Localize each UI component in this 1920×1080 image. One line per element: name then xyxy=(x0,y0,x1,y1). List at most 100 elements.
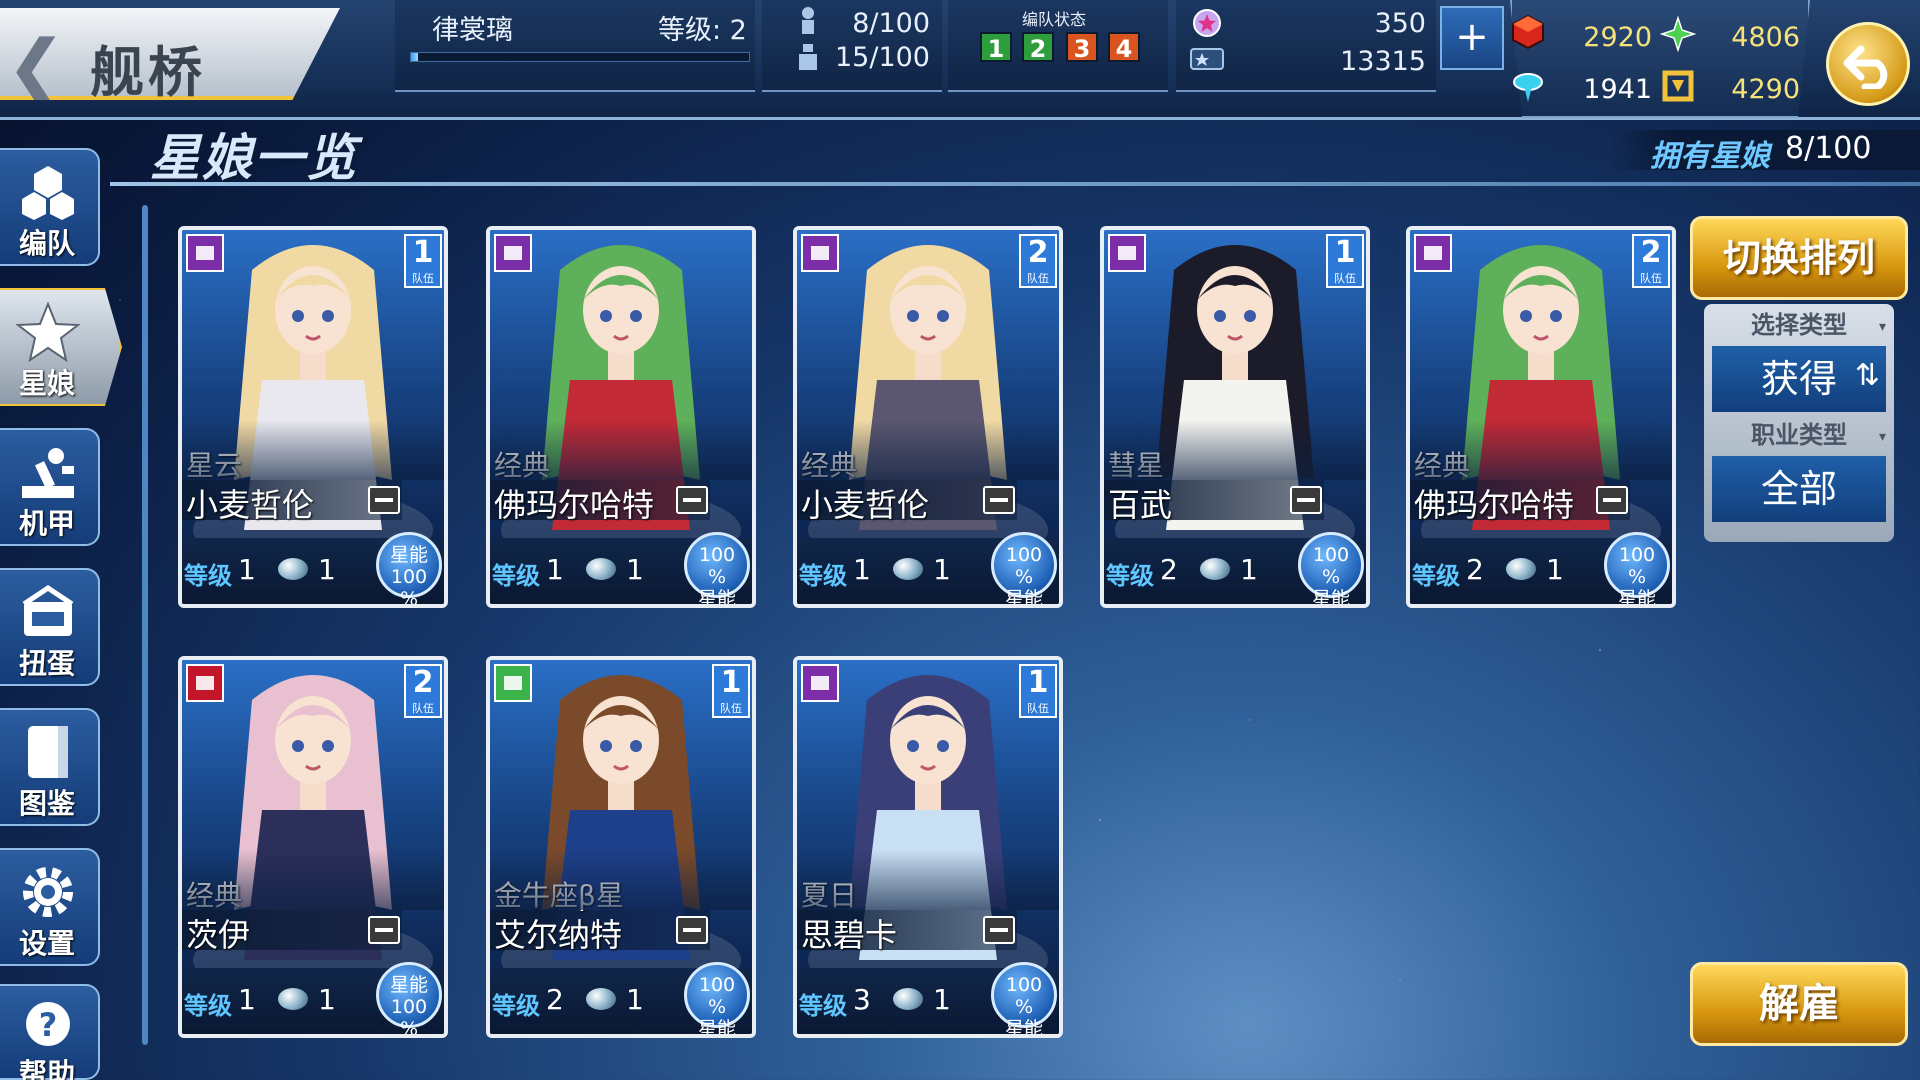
star-girl-card[interactable]: 2 队伍 经典 茨伊 等级 1 1 星能 100 % xyxy=(178,656,448,1038)
job-type-label[interactable]: 职业类型 xyxy=(1704,416,1894,456)
level-value: 2 xyxy=(1466,553,1484,586)
team-number: 2 xyxy=(412,665,434,700)
core-icon xyxy=(893,988,923,1010)
lock-toggle-icon[interactable] xyxy=(676,916,708,944)
sidebar-item-settings[interactable]: 设置 xyxy=(0,848,100,966)
back-button[interactable]: ❮ 舰桥 xyxy=(0,8,340,100)
team-label: 队伍 xyxy=(1334,272,1356,285)
gold-frame-icon xyxy=(1662,70,1694,102)
star-energy-badge: 100 % 星能 xyxy=(991,532,1057,604)
energy-line-2: 星能 xyxy=(697,588,736,608)
codex-icon xyxy=(28,726,68,778)
lock-toggle-icon[interactable] xyxy=(1596,486,1628,514)
core-icon xyxy=(893,558,923,580)
sidebar-item-formation[interactable]: 编队 xyxy=(0,148,100,266)
star-girl-card[interactable]: 1 队伍 夏日 思碧卡 等级 3 1 100 % 星能 xyxy=(793,656,1063,1038)
core-count: 1 xyxy=(1240,553,1258,586)
star-girl-card[interactable]: 2 队伍 经典 小麦哲伦 等级 1 1 100 % 星能 xyxy=(793,226,1063,608)
sidebar-item-mecha[interactable]: 机甲 xyxy=(0,428,100,546)
star-girl-icon xyxy=(16,302,80,362)
energy-line-2: 星能 xyxy=(1004,588,1043,608)
character-name: 思碧卡 xyxy=(801,916,898,954)
pin-count: 1941 xyxy=(1583,74,1652,105)
mecha-count-icon xyxy=(799,44,817,70)
formation-slot-4[interactable]: 4 xyxy=(1108,32,1140,63)
player-name: 律裳璃 xyxy=(432,15,513,46)
select-type-value[interactable]: 获得 ⇅ xyxy=(1712,346,1886,412)
team-number: 1 xyxy=(412,235,434,270)
svg-text:?: ? xyxy=(39,1006,58,1044)
core-count: 1 xyxy=(933,983,951,1016)
energy-line-2: 星能 xyxy=(697,1018,736,1038)
star-energy-badge: 星能 100 % xyxy=(376,532,442,604)
scrollbar[interactable] xyxy=(142,205,148,1045)
core-count: 1 xyxy=(626,983,644,1016)
core-icon xyxy=(278,558,308,580)
formation-slot-3[interactable]: 3 xyxy=(1066,32,1098,63)
level-label: 等级 xyxy=(492,562,540,590)
sidebar-item-gacha[interactable]: 扭蛋 xyxy=(0,568,100,686)
lock-toggle-icon[interactable] xyxy=(983,916,1015,944)
star-energy-badge: 100 % 星能 xyxy=(991,962,1057,1034)
lock-toggle-icon[interactable] xyxy=(368,486,400,514)
add-currency-button[interactable]: + xyxy=(1440,6,1504,70)
select-type-text: 获得 xyxy=(1760,357,1837,401)
character-name: 茨伊 xyxy=(186,916,251,954)
level-label: 等级 xyxy=(184,992,232,1020)
star-girl-card[interactable]: 2 队伍 经典 佛玛尔哈特 等级 2 1 100 % 星能 xyxy=(1406,226,1676,608)
team-label: 队伍 xyxy=(1027,702,1049,715)
character-portrait: 2 队伍 经典 佛玛尔哈特 xyxy=(1410,230,1672,538)
energy-line-2: 100 % xyxy=(390,996,428,1038)
energy-line-1: 星能 xyxy=(389,974,428,996)
character-name: 艾尔纳特 xyxy=(494,916,623,954)
star-points: 350 xyxy=(1374,8,1426,39)
star-girl-card[interactable]: 1 队伍 彗星 百武 等级 2 1 100 % 星能 xyxy=(1100,226,1370,608)
team-number: 1 xyxy=(720,665,742,700)
level-value: 1 xyxy=(853,553,871,586)
star-girl-card[interactable]: 1 队伍 金牛座β星 艾尔纳特 等级 2 1 100 % 星能 xyxy=(486,656,756,1038)
sidebar-item-codex[interactable]: 图鉴 xyxy=(0,708,100,826)
switch-sort-button[interactable]: 切换排列 xyxy=(1690,216,1908,300)
filter-panel: 选择类型 获得 ⇅ 职业类型 全部 xyxy=(1704,304,1894,542)
level-label: 等级 xyxy=(799,992,847,1020)
job-type-value[interactable]: 全部 xyxy=(1712,456,1886,522)
formation-slot-1[interactable]: 1 xyxy=(980,32,1012,63)
level-label: 等级 xyxy=(799,562,847,590)
character-name: 百武 xyxy=(1108,486,1173,524)
star-girl-card[interactable]: 1 队伍 星云 小麦哲伦 等级 1 1 星能 100 % xyxy=(178,226,448,608)
owned-label: 拥有星娘 xyxy=(1650,139,1770,174)
lock-toggle-icon[interactable] xyxy=(676,486,708,514)
owned-count: 8/100 xyxy=(1785,131,1872,166)
class-type-icon xyxy=(1108,234,1146,272)
sidebar-label: 编队 xyxy=(18,227,75,260)
energy-line-1: 100 % xyxy=(1618,544,1656,588)
sidebar-item-star-girl[interactable]: 星娘 xyxy=(0,288,122,406)
team-number: 1 xyxy=(1334,235,1356,270)
character-series: 彗星 xyxy=(1108,449,1165,482)
lock-toggle-icon[interactable] xyxy=(368,916,400,944)
character-series: 经典 xyxy=(1414,449,1471,482)
core-icon xyxy=(586,558,616,580)
team-label: 队伍 xyxy=(1027,272,1049,285)
crew-icon xyxy=(802,7,814,34)
return-button[interactable] xyxy=(1826,22,1910,106)
energy-line-1: 100 % xyxy=(1312,544,1350,588)
select-type-label[interactable]: 选择类型 xyxy=(1704,306,1894,346)
cube-count: 2920 xyxy=(1583,22,1652,53)
lock-toggle-icon[interactable] xyxy=(1290,486,1322,514)
energy-line-1: 100 % xyxy=(1005,974,1043,1018)
level-label: 等级 xyxy=(1412,562,1460,590)
team-badge: 1 队伍 xyxy=(1326,234,1364,288)
sidebar-item-help[interactable]: ? 帮助 xyxy=(0,984,100,1080)
team-badge: 2 队伍 xyxy=(1019,234,1057,288)
formation-slot-2[interactable]: 2 xyxy=(1022,32,1054,63)
xp-bar-fill xyxy=(411,53,418,61)
core-icon xyxy=(586,988,616,1010)
dismiss-button[interactable]: 解雇 xyxy=(1690,962,1908,1046)
level-value: 1 xyxy=(546,553,564,586)
player-level: 等级: 2 xyxy=(658,15,747,46)
lock-toggle-icon[interactable] xyxy=(983,486,1015,514)
class-type-icon xyxy=(186,664,224,702)
star-girl-card[interactable]: 经典 佛玛尔哈特 等级 1 1 100 % 星能 xyxy=(486,226,756,608)
core-icon xyxy=(1200,558,1230,580)
